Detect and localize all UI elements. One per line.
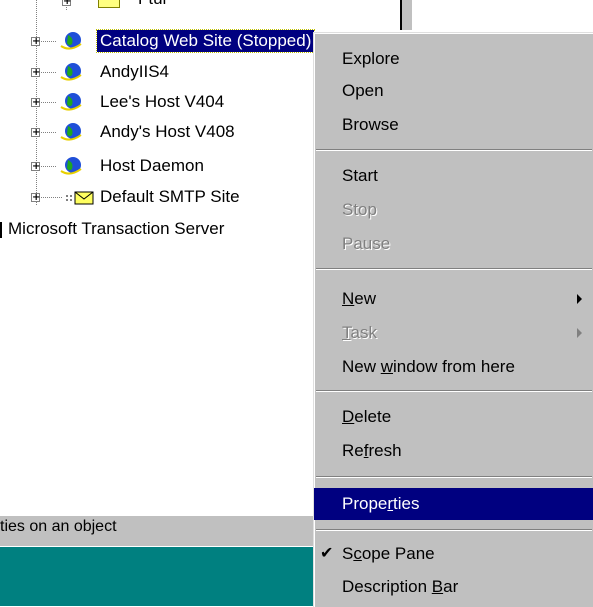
menu-item-open[interactable]: Open <box>314 75 593 107</box>
menu-separator <box>316 268 592 270</box>
smtp-icon <box>66 191 94 205</box>
expand-icon[interactable]: + <box>62 0 71 7</box>
submenu-arrow-icon <box>577 294 582 304</box>
expand-icon[interactable]: + <box>31 193 40 203</box>
menu-item-refresh[interactable]: Refresh <box>314 435 593 467</box>
menu-item-properties[interactable]: Properties <box>314 488 593 520</box>
expand-icon[interactable]: + <box>31 162 40 172</box>
submenu-arrow-icon <box>577 328 582 338</box>
context-menu: Explore Open Browse Start Stop Pause New… <box>313 32 593 607</box>
menu-item-pause: Pause <box>342 234 391 253</box>
menu-item-task: Task <box>314 317 593 349</box>
check-icon: ✔ <box>320 545 334 562</box>
menu-item-browse[interactable]: Browse <box>314 109 593 141</box>
tree-item-lees-host[interactable]: Lee's Host V404 <box>100 91 224 113</box>
globe-icon <box>60 93 82 111</box>
menu-separator <box>316 529 592 531</box>
status-text: ties on an object <box>0 518 117 535</box>
tree-item-andyiis4[interactable]: AndyIIS4 <box>100 61 169 83</box>
scrollbar[interactable] <box>400 0 412 30</box>
menu-item-new[interactable]: New <box>314 283 593 315</box>
menu-item-stop: Stop <box>342 200 377 219</box>
tree-item-mts-marker <box>0 222 2 238</box>
globe-icon <box>60 32 82 50</box>
desktop-background <box>0 547 330 606</box>
expand-icon[interactable]: + <box>31 37 40 47</box>
menu-item-explore[interactable]: Explore <box>314 43 593 75</box>
tree-item-catalog-web-site[interactable]: Catalog Web Site (Stopped) <box>95 29 316 53</box>
folder-icon <box>98 0 120 8</box>
globe-icon <box>60 157 82 175</box>
globe-icon <box>60 63 82 81</box>
menu-separator <box>316 476 592 478</box>
tree-item-andys-host[interactable]: Andy's Host V408 <box>100 121 235 143</box>
menu-item-start[interactable]: Start <box>314 160 593 192</box>
tree-item-microsoft-transaction-server[interactable]: Microsoft Transaction Server <box>8 218 224 240</box>
expand-icon[interactable]: + <box>31 128 40 138</box>
menu-item-scope-pane[interactable]: ✔ Scope Pane <box>314 538 593 570</box>
tree-item-host-daemon[interactable]: Host Daemon <box>100 155 204 177</box>
menu-item-description-bar[interactable]: Description Bar <box>314 571 593 603</box>
expand-icon[interactable]: + <box>31 68 40 78</box>
menu-item-new-window[interactable]: New window from here <box>314 351 593 383</box>
globe-icon <box>60 123 82 141</box>
menu-item-delete[interactable]: Delete <box>314 401 593 433</box>
expand-icon[interactable]: + <box>31 98 40 108</box>
tree-item-partial[interactable]: Ftur <box>138 0 168 10</box>
tree-item-default-smtp[interactable]: Default SMTP Site <box>100 186 240 208</box>
menu-separator <box>316 390 592 392</box>
menu-separator <box>316 149 592 151</box>
